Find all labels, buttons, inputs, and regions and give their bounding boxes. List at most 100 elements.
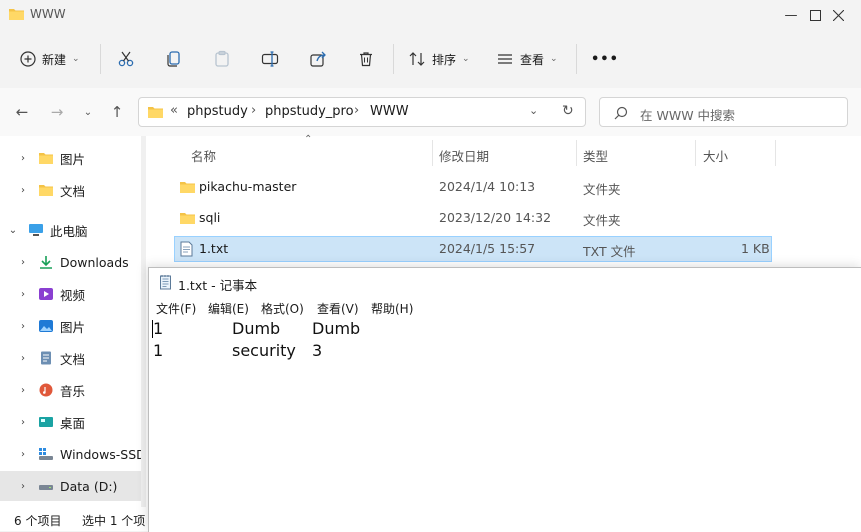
cut-button[interactable] xyxy=(117,44,135,74)
delete-button[interactable] xyxy=(357,44,375,74)
rename-button[interactable] xyxy=(261,44,279,74)
chevron-down-icon: ⌄ xyxy=(8,224,18,236)
column-divider[interactable] xyxy=(775,140,776,166)
new-button[interactable]: 新建 ⌄ xyxy=(20,44,80,74)
file-row-selected[interactable]: 1.txt 2024/1/5 15:57 TXT 文件 1 KB xyxy=(174,236,772,262)
file-modified: 2023/12/20 14:32 xyxy=(439,210,552,225)
plus-circle-icon xyxy=(20,51,36,67)
notepad-title-bar[interactable]: 1.txt - 记事本 xyxy=(149,268,861,296)
drive-icon xyxy=(39,485,53,490)
command-bar: 新建 ⌄ 排序 ⌄ 查看 ⌄ ••• xyxy=(0,30,861,89)
forward-button[interactable]: → xyxy=(43,98,71,126)
sort-ascending-icon: ⌃ xyxy=(304,134,313,145)
nav-item-desktop[interactable]: › 桌面 xyxy=(0,407,146,437)
folder-icon xyxy=(39,185,53,196)
up-button[interactable]: ↑ xyxy=(103,98,131,126)
view-icon xyxy=(498,54,512,64)
breadcrumb-overflow[interactable]: « xyxy=(170,103,178,118)
nav-item-documents-quick[interactable]: › 文档 xyxy=(0,175,146,205)
sort-button[interactable]: 排序 ⌄ xyxy=(408,44,470,74)
address-history-button[interactable]: ⌄ xyxy=(529,104,538,117)
nav-item-label: Downloads xyxy=(60,254,129,270)
column-header-type[interactable]: 类型 xyxy=(583,146,608,165)
music-icon xyxy=(39,383,53,397)
search-box[interactable]: 在 WWW 中搜索 xyxy=(599,97,848,127)
menu-view[interactable]: 查看(V) xyxy=(317,300,359,317)
column-header-size[interactable]: 大小 xyxy=(703,146,728,165)
chevron-right-icon: › xyxy=(21,256,25,268)
column-divider[interactable] xyxy=(432,140,433,166)
menu-help[interactable]: 帮助(H) xyxy=(371,300,413,317)
arrow-right-icon: → xyxy=(50,103,64,121)
window-title: WWW xyxy=(30,7,66,21)
title-bar: WWW — xyxy=(0,0,861,30)
view-button[interactable]: 查看 ⌄ xyxy=(496,44,558,74)
file-modified: 2024/1/4 10:13 xyxy=(439,179,536,194)
notepad-icon xyxy=(160,275,171,290)
text-cell: 1 xyxy=(153,319,164,338)
nav-item-windows-ssd[interactable]: › Windows-SSD xyxy=(0,439,146,469)
breadcrumb-item[interactable]: WWW xyxy=(370,104,409,119)
nav-item-label: 图片 xyxy=(60,319,86,335)
nav-item-label: 此电脑 xyxy=(50,223,88,239)
drive-icon xyxy=(39,448,53,460)
notepad-window[interactable]: 1.txt - 记事本 文件(F) 编辑(E) 格式(O) 查看(V) 帮助(H… xyxy=(148,267,861,532)
nav-item-label: Data (D:) xyxy=(60,478,118,494)
nav-item-label: 图片 xyxy=(60,151,86,167)
search-input[interactable]: 在 WWW 中搜索 xyxy=(640,105,735,124)
column-header-name[interactable]: 名称 xyxy=(191,146,216,165)
nav-item-this-pc[interactable]: ⌄ 此电脑 xyxy=(0,215,146,245)
nav-item-label: 音乐 xyxy=(60,383,86,399)
notepad-menu-bar: 文件(F) 编辑(E) 格式(O) 查看(V) 帮助(H) xyxy=(149,296,861,319)
column-divider[interactable] xyxy=(576,140,577,166)
address-bar[interactable]: « phpstudy › phpstudy_pro › WWW ⌄ ↻ xyxy=(138,97,586,127)
nav-item-pictures[interactable]: › 图片 xyxy=(0,311,146,341)
divider xyxy=(576,44,577,74)
paste-button[interactable] xyxy=(213,44,231,74)
text-cell: security xyxy=(232,341,296,360)
close-button[interactable] xyxy=(815,0,861,30)
divider xyxy=(393,44,394,74)
file-row[interactable]: pikachu-master 2024/1/4 10:13 文件夹 xyxy=(174,174,772,200)
file-row[interactable]: sqli 2023/12/20 14:32 文件夹 xyxy=(174,205,772,231)
folder-icon xyxy=(148,107,163,118)
nav-item-label: 文档 xyxy=(60,183,86,199)
menu-file[interactable]: 文件(F) xyxy=(156,300,196,317)
nav-item-data-drive[interactable]: › Data (D:) xyxy=(0,471,146,501)
more-options-button[interactable]: ••• xyxy=(591,44,619,74)
notepad-title: 1.txt - 记事本 xyxy=(178,278,258,293)
search-icon xyxy=(614,106,628,120)
refresh-button[interactable]: ↻ xyxy=(562,103,574,119)
paste-icon xyxy=(215,50,229,67)
breadcrumb-item[interactable]: phpstudy xyxy=(187,104,248,119)
chevron-right-icon: › xyxy=(251,103,257,118)
nav-scrollbar[interactable] xyxy=(141,136,146,507)
menu-format[interactable]: 格式(O) xyxy=(261,300,304,317)
nav-item-videos[interactable]: › 视频 xyxy=(0,279,146,309)
nav-item-documents[interactable]: › 文档 xyxy=(0,343,146,373)
copy-button[interactable] xyxy=(165,44,183,74)
menu-edit[interactable]: 编辑(E) xyxy=(208,300,249,317)
file-type: TXT 文件 xyxy=(583,244,636,259)
nav-item-downloads[interactable]: › Downloads xyxy=(0,247,146,277)
nav-item-label: 文档 xyxy=(60,351,86,367)
nav-item-music[interactable]: › 音乐 xyxy=(0,375,146,405)
nav-item-label: Windows-SSD xyxy=(60,446,146,462)
trash-icon xyxy=(360,52,372,67)
sort-icon xyxy=(409,52,425,66)
column-divider[interactable] xyxy=(695,140,696,166)
arrow-up-icon: ↑ xyxy=(110,103,124,121)
chevron-down-icon: ⌄ xyxy=(83,106,93,118)
nav-item-pictures-quick[interactable]: › 图片 xyxy=(0,143,146,173)
recent-locations-button[interactable]: ⌄ xyxy=(74,98,102,126)
share-button[interactable] xyxy=(309,44,327,74)
breadcrumb-item[interactable]: phpstudy_pro xyxy=(265,104,354,119)
notepad-text-area[interactable]: 1 Dumb Dumb 1 security 3 xyxy=(149,318,861,532)
nav-item-label: 视频 xyxy=(60,287,86,303)
close-icon xyxy=(832,9,844,21)
column-header-modified[interactable]: 修改日期 xyxy=(439,146,489,165)
back-button[interactable]: ← xyxy=(8,98,36,126)
address-row: ← → ⌄ ↑ « phpstudy › phpstudy_pro › WWW … xyxy=(0,88,861,136)
chevron-right-icon: › xyxy=(21,352,25,364)
file-name: 1.txt xyxy=(199,241,229,256)
